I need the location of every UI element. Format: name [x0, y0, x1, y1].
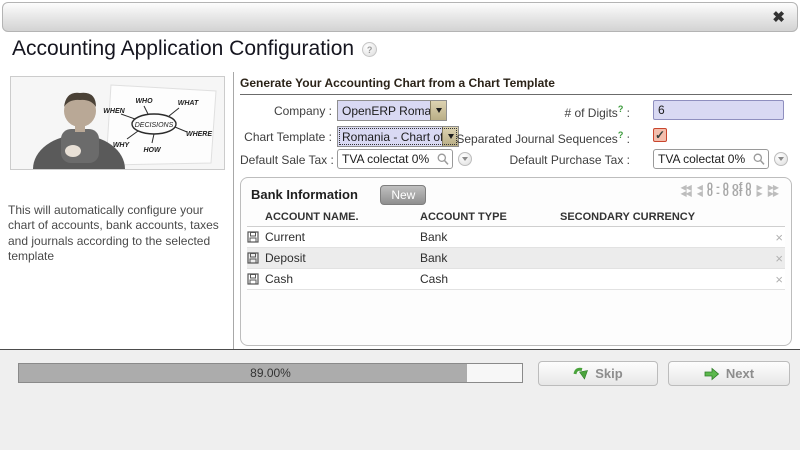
row-account-name: Current: [265, 230, 420, 244]
mindmap-node-when: WHEN: [103, 108, 125, 115]
progress-label: 89.00%: [19, 366, 522, 380]
wizard-description: This will automatically configure your c…: [8, 203, 232, 264]
company-select[interactable]: OpenERP Romania: [337, 100, 447, 121]
save-icon: [247, 231, 265, 243]
default-sale-tax-value: TVA colectat 0%: [342, 152, 429, 166]
search-icon: [437, 153, 449, 166]
bank-panel-title: Bank Information: [251, 184, 358, 206]
title-help-icon[interactable]: ?: [362, 42, 377, 57]
purchase-tax-dropdown-icon[interactable]: [774, 152, 788, 166]
page-title-text: Accounting Application Configuration: [12, 37, 354, 60]
mindmap-node-where: WHERE: [186, 131, 212, 138]
window-titlebar: ✖: [2, 2, 798, 32]
skip-button[interactable]: Skip: [538, 361, 658, 386]
separated-journal-help-icon[interactable]: ?: [618, 130, 624, 140]
separated-journal-label: Separated Journal Sequences? :: [440, 130, 630, 146]
sale-tax-dropdown-icon[interactable]: [458, 152, 472, 166]
mindmap-center-label: DECISIONS: [135, 122, 174, 129]
digits-label: # of Digits? :: [470, 104, 630, 120]
digits-input-value: 6: [658, 103, 665, 117]
chart-template-select-value: Romania - Chart of Acc: [338, 130, 442, 144]
progress-bar: 89.00%: [18, 363, 523, 383]
digits-input[interactable]: 6: [653, 100, 784, 120]
mindmap-node-who: WHO: [135, 98, 153, 105]
default-purchase-tax-input[interactable]: TVA colectat 0%: [653, 149, 769, 169]
row-account-type: Bank: [420, 230, 560, 244]
close-icon[interactable]: ✖: [772, 8, 785, 28]
row-account-type: Cash: [420, 272, 560, 286]
bank-pager-bottom: ◀◀◀0 - 0 of 0▶▶▶: [677, 181, 781, 338]
mindmap-node-what: WHAT: [178, 100, 199, 107]
default-sale-tax-input[interactable]: TVA colectat 0%: [337, 149, 453, 169]
column-divider: [233, 72, 234, 349]
decisions-photo: DECISIONS WHO WHAT WHEN WHERE WHY HOW: [10, 76, 225, 170]
save-icon: [247, 252, 265, 264]
company-select-arrow-icon[interactable]: [430, 101, 446, 120]
decisions-illustration: DECISIONS WHO WHAT WHEN WHERE WHY HOW: [11, 77, 224, 169]
default-purchase-tax-value: TVA colectat 0%: [658, 152, 745, 166]
page-count: 0 - 0 of 0: [707, 181, 752, 193]
row-account-name: Cash: [265, 272, 420, 286]
save-icon: [247, 273, 265, 285]
separated-journal-checkbox[interactable]: ✓: [653, 128, 667, 142]
page-title: Accounting Application Configuration?: [12, 37, 377, 61]
chart-template-label: Chart Template :: [240, 130, 332, 144]
company-label: Company :: [240, 104, 332, 118]
first-page-icon[interactable]: ◀◀: [680, 183, 690, 192]
mindmap-node-how: HOW: [143, 147, 162, 154]
row-account-type: Bank: [420, 251, 560, 265]
mindmap-node-why: WHY: [113, 142, 131, 149]
skip-arrow-icon: [573, 366, 589, 381]
row-account-name: Deposit: [265, 251, 420, 265]
digits-help-icon[interactable]: ?: [618, 104, 624, 114]
search-icon: [753, 153, 765, 166]
default-purchase-tax-label: Default Purchase Tax :: [490, 153, 630, 167]
col-account-name[interactable]: ACCOUNT NAME.: [265, 211, 420, 223]
prev-page-icon[interactable]: ◀: [697, 183, 702, 192]
wizard-dialog: ✖ Accounting Application Configuration? …: [0, 0, 800, 450]
new-button[interactable]: New: [380, 185, 426, 205]
last-page-icon[interactable]: ▶▶: [768, 183, 778, 192]
default-sale-tax-label: Default Sale Tax :: [240, 153, 332, 167]
next-page-icon[interactable]: ▶: [757, 183, 762, 192]
wizard-footer: 89.00% Skip Next: [0, 349, 800, 450]
next-button[interactable]: Next: [668, 361, 790, 386]
next-arrow-icon: [704, 367, 720, 381]
col-account-type[interactable]: ACCOUNT TYPE: [420, 211, 560, 223]
company-select-value: OpenERP Romania: [338, 104, 430, 118]
bank-information-panel: Bank Information New ◀◀◀0 - 0 of 0▶▶▶ AC…: [240, 177, 792, 346]
section-title: Generate Your Accounting Chart from a Ch…: [240, 76, 792, 95]
